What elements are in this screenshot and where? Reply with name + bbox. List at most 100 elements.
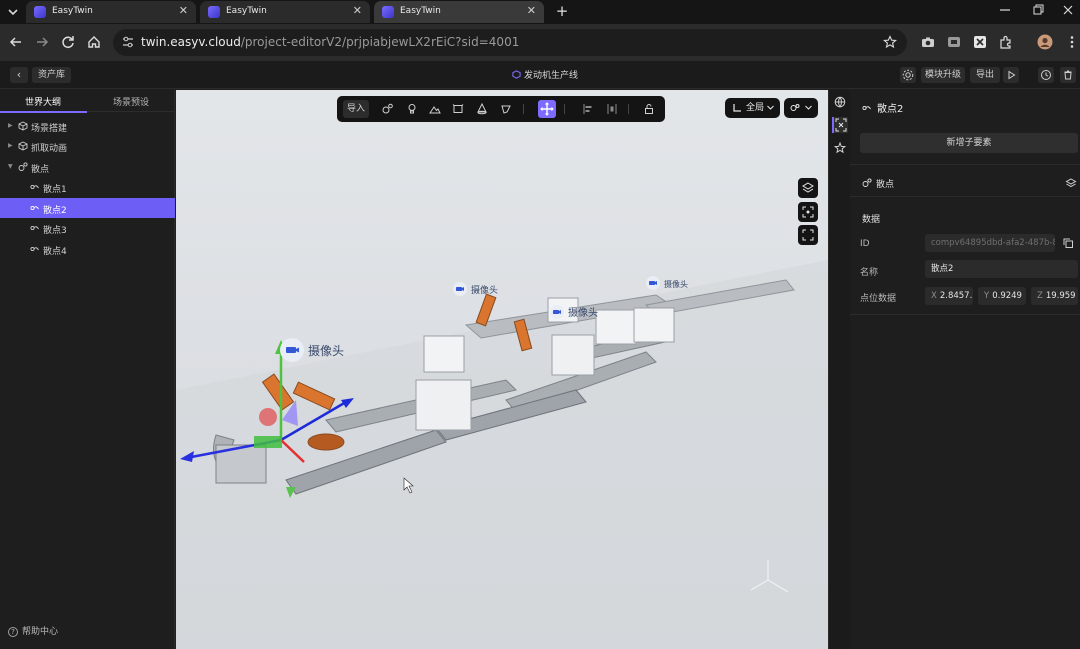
globe-icon[interactable] bbox=[834, 96, 846, 108]
section-data-heading: 数据 bbox=[862, 215, 881, 225]
component-row[interactable]: 散点 bbox=[862, 177, 894, 190]
y-coordinate-field[interactable]: Y 0.9249 bbox=[978, 287, 1026, 305]
site-settings-icon[interactable] bbox=[121, 35, 135, 49]
y-value: 0.9249 bbox=[992, 291, 1022, 301]
divider bbox=[850, 164, 1080, 165]
history-icon[interactable] bbox=[1038, 67, 1054, 83]
frame-icon[interactable] bbox=[449, 100, 467, 118]
x-extension-icon[interactable] bbox=[972, 34, 988, 50]
layers-stack-icon[interactable] bbox=[1065, 177, 1077, 189]
focus-frame-icon[interactable] bbox=[798, 202, 818, 222]
toolbar-divider bbox=[628, 104, 629, 114]
scene-viewport[interactable]: 摄像头 摄像头 摄像头 摄像头 导入 全局 bbox=[176, 90, 828, 649]
name-field[interactable]: 散点2 bbox=[925, 260, 1078, 278]
left-panel-tabs: 世界大纲 场景预设 bbox=[0, 90, 174, 113]
layers-icon[interactable] bbox=[798, 178, 818, 198]
camera-label[interactable]: 摄像头 bbox=[646, 276, 688, 290]
name-label: 名称 bbox=[860, 268, 879, 278]
selected-element-name: 散点2 bbox=[877, 104, 904, 115]
scene-render[interactable] bbox=[176, 90, 828, 649]
tree-item-scatter-3[interactable]: 散点3 bbox=[0, 218, 175, 238]
id-field[interactable]: compv64895dbd-afa2-487b-842 bbox=[925, 234, 1055, 252]
cone-icon[interactable] bbox=[473, 100, 491, 118]
camera-label[interactable]: 摄像头 bbox=[280, 338, 344, 362]
expand-caret-icon[interactable]: ▶ bbox=[8, 142, 13, 149]
close-tab-icon[interactable]: ✕ bbox=[353, 5, 362, 17]
play-preview-icon[interactable] bbox=[1003, 67, 1019, 83]
more-menu-icon[interactable] bbox=[1064, 34, 1080, 50]
extensions-puzzle-icon[interactable] bbox=[998, 34, 1014, 50]
browser-tab-1[interactable]: EasyTwin ✕ bbox=[26, 1, 196, 23]
tree-item-grab-animation[interactable]: ▶ 抓取动画 bbox=[0, 136, 175, 156]
tree-item-scatter-group[interactable]: ▼ 散点 bbox=[0, 157, 175, 177]
restore-window-icon[interactable] bbox=[1032, 3, 1044, 20]
tree-item-scatter-4[interactable]: 散点4 bbox=[0, 239, 175, 259]
minimize-window-icon[interactable] bbox=[999, 3, 1011, 20]
scatter-points-icon bbox=[18, 162, 28, 172]
z-coordinate-field[interactable]: Z 19.959 bbox=[1031, 287, 1078, 305]
tree-item-scene-build[interactable]: ▶ 场景搭建 bbox=[0, 116, 175, 136]
select-target-icon[interactable] bbox=[832, 117, 848, 133]
easytwin-favicon-icon bbox=[382, 6, 394, 18]
import-button[interactable]: 导入 bbox=[343, 100, 369, 118]
back-arrow-icon[interactable] bbox=[8, 34, 24, 50]
light-bulb-icon[interactable] bbox=[403, 100, 421, 118]
copy-icon[interactable] bbox=[1062, 237, 1074, 249]
close-window-icon[interactable] bbox=[1062, 3, 1074, 20]
camera-label[interactable]: 摄像头 bbox=[550, 304, 598, 319]
profile-avatar[interactable] bbox=[1037, 34, 1053, 50]
tab-search-chevron-icon[interactable] bbox=[6, 5, 20, 19]
active-tab-indicator bbox=[0, 111, 87, 113]
x-coordinate-field[interactable]: X 2.8457. bbox=[925, 287, 973, 305]
collapse-caret-icon[interactable]: ▼ bbox=[8, 163, 13, 170]
delete-trash-icon[interactable] bbox=[1060, 67, 1076, 83]
tree-item-scatter-2-selected[interactable]: 散点2 bbox=[0, 198, 175, 218]
camera-label-text: 摄像头 bbox=[664, 280, 688, 289]
asset-library-button[interactable]: 资产库 bbox=[32, 67, 72, 83]
move-tool-icon[interactable] bbox=[538, 100, 556, 118]
camera-label[interactable]: 摄像头 bbox=[453, 282, 498, 296]
tab-world-outline[interactable]: 世界大纲 bbox=[25, 95, 61, 108]
export-button[interactable]: 导出 bbox=[970, 67, 1000, 83]
tab-scene-presets[interactable]: 场景预设 bbox=[113, 95, 149, 108]
effects-star-icon[interactable] bbox=[834, 142, 846, 154]
close-tab-icon[interactable]: ✕ bbox=[527, 5, 536, 17]
reload-icon[interactable] bbox=[60, 34, 76, 50]
record-extension-icon[interactable] bbox=[946, 34, 962, 50]
terrain-icon[interactable] bbox=[426, 100, 444, 118]
fullscreen-icon[interactable] bbox=[798, 225, 818, 245]
address-bar[interactable]: twin.easyv.cloud/project-editorV2/prjpia… bbox=[113, 29, 907, 56]
distribute-icon[interactable] bbox=[603, 100, 621, 118]
link-point-icon bbox=[30, 223, 40, 233]
scatter-add-icon[interactable] bbox=[379, 100, 397, 118]
close-tab-icon[interactable]: ✕ bbox=[179, 5, 188, 17]
back-button[interactable]: ‹ bbox=[10, 67, 28, 83]
camera-icon bbox=[646, 276, 660, 290]
upgrade-module-button[interactable]: 模块升级 bbox=[921, 67, 965, 83]
unlock-icon[interactable] bbox=[640, 100, 658, 118]
brush-icon[interactable] bbox=[497, 100, 515, 118]
help-center-link[interactable]: ? 帮助中心 bbox=[8, 624, 58, 637]
browser-tab-3-active[interactable]: EasyTwin ✕ bbox=[374, 1, 544, 23]
camera-mode-dropdown[interactable] bbox=[784, 98, 818, 118]
align-left-icon[interactable] bbox=[579, 100, 597, 118]
home-icon[interactable] bbox=[86, 34, 102, 50]
chevron-down-icon bbox=[804, 103, 813, 112]
new-tab-button[interactable]: + bbox=[554, 4, 570, 20]
screenshot-extension-icon[interactable] bbox=[920, 34, 936, 50]
camera-icon bbox=[280, 338, 304, 362]
y-axis-label: Y bbox=[984, 291, 990, 301]
view-scope-dropdown[interactable]: 全局 bbox=[725, 98, 780, 118]
cube-icon bbox=[18, 121, 28, 131]
forward-arrow-icon[interactable] bbox=[34, 34, 50, 50]
browser-tab-2[interactable]: EasyTwin ✕ bbox=[200, 1, 370, 23]
expand-caret-icon[interactable]: ▶ bbox=[8, 122, 13, 129]
add-child-element-button[interactable]: 新增子要素 bbox=[860, 133, 1078, 153]
settings-gear-icon[interactable] bbox=[900, 67, 916, 83]
world-outline-panel: 世界大纲 场景预设 ▶ 场景搭建 ▶ 抓取动画 ▼ 散点 散点1 散点2 散点3… bbox=[0, 90, 175, 649]
easytwin-favicon-icon bbox=[34, 6, 46, 18]
tab-title: EasyTwin bbox=[400, 6, 441, 16]
bookmark-star-icon[interactable] bbox=[883, 35, 897, 49]
tree-item-scatter-1[interactable]: 散点1 bbox=[0, 177, 175, 197]
project-title-text: 发动机生产线 bbox=[524, 71, 579, 81]
